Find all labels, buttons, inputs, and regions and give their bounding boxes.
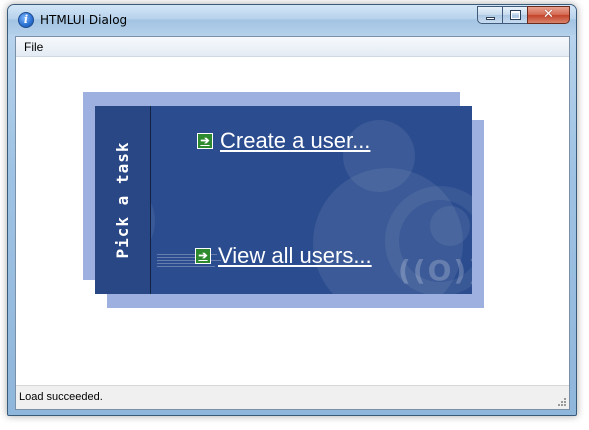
dialog-window: i HTMLUI Dialog ✕ File ((O) Pick a task …: [7, 4, 577, 416]
maximize-icon: [510, 10, 521, 20]
title-bar[interactable]: i HTMLUI Dialog ✕: [8, 5, 576, 35]
pick-a-task-label: Pick a task: [113, 141, 132, 259]
status-text: Load succeeded.: [19, 391, 103, 403]
window-controls: ✕: [477, 6, 570, 26]
close-icon: ✕: [543, 7, 554, 22]
info-icon: i: [18, 12, 34, 28]
html-content: ((O)) Pick a task ➔ Create a user... ➔: [16, 57, 569, 387]
menu-file[interactable]: File: [24, 40, 43, 54]
task-panel: ((O)) Pick a task ➔ Create a user... ➔: [95, 106, 472, 294]
window-title: HTMLUI Dialog: [40, 13, 128, 27]
create-user-link[interactable]: ➔ Create a user...: [197, 128, 370, 154]
decorative-logo-icon: ((O)): [398, 254, 472, 287]
status-bar: Load succeeded.: [16, 385, 569, 409]
maximize-button[interactable]: [502, 6, 528, 24]
minimize-icon: [486, 17, 495, 20]
decorative-circle-small: [430, 206, 470, 246]
menu-bar: File: [16, 37, 569, 57]
minimize-button[interactable]: [477, 6, 503, 24]
view-all-users-label: View all users...: [218, 243, 372, 268]
side-strip: Pick a task: [95, 106, 151, 294]
arrow-right-icon: ➔: [197, 133, 213, 149]
create-user-label: Create a user...: [220, 128, 371, 153]
client-area: File ((O)) Pick a task: [15, 36, 570, 410]
close-button[interactable]: ✕: [527, 6, 570, 24]
arrow-right-icon: ➔: [195, 248, 211, 264]
view-all-users-link[interactable]: ➔ View all users...: [195, 243, 372, 269]
resize-grip-icon[interactable]: [555, 395, 567, 407]
